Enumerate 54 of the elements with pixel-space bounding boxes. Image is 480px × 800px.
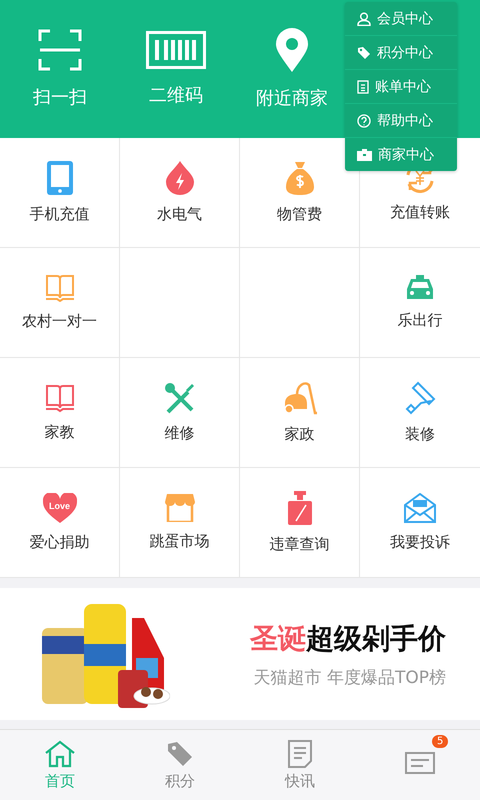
count-badge: 5 bbox=[432, 735, 448, 748]
tag-icon bbox=[357, 46, 371, 60]
tag-icon bbox=[166, 740, 194, 768]
service-label: 跳蛋市场 bbox=[150, 532, 210, 551]
banner-title: 圣诞超级剁手价 bbox=[250, 620, 446, 656]
service-tile[interactable]: Love 爱心捐助 bbox=[0, 468, 120, 578]
envelope-icon bbox=[404, 493, 436, 523]
service-label: 违章查询 bbox=[270, 535, 330, 554]
service-tile[interactable]: 跳蛋市场 bbox=[120, 468, 240, 578]
phone-icon bbox=[46, 161, 72, 195]
wrench-screwdriver-icon bbox=[164, 382, 196, 414]
heart-icon bbox=[42, 493, 76, 523]
service-tile[interactable]: 水电气 bbox=[120, 138, 240, 248]
service-label: 手机充值 bbox=[30, 205, 90, 224]
service-label: 乐出行 bbox=[398, 311, 442, 330]
barcode-icon bbox=[146, 31, 206, 69]
document-icon bbox=[288, 740, 312, 768]
taxi-icon bbox=[406, 275, 434, 301]
service-label: 家政 bbox=[284, 425, 314, 444]
service-tile[interactable]: 我要投诉 bbox=[360, 468, 480, 578]
service-label: 维修 bbox=[164, 424, 194, 443]
banner-subtitle: 天猫超市 年度爆品TOP榜 bbox=[254, 666, 446, 688]
location-pin-icon bbox=[275, 28, 309, 72]
drop-lightning-icon bbox=[164, 161, 194, 195]
service-label: 我要投诉 bbox=[390, 533, 450, 552]
officer-icon bbox=[288, 491, 312, 525]
service-tile[interactable]: 违章查询 bbox=[240, 468, 360, 578]
service-tile[interactable]: 家教 bbox=[0, 358, 120, 468]
home-icon bbox=[45, 740, 75, 768]
service-label: 爱心捐助 bbox=[30, 533, 90, 552]
book-icon bbox=[44, 383, 74, 413]
service-tile[interactable]: 装修 bbox=[360, 358, 480, 468]
service-tile[interactable]: 家政 bbox=[240, 358, 360, 468]
service-label: 装修 bbox=[405, 425, 435, 444]
service-tile[interactable]: 农村一对一 bbox=[0, 248, 120, 358]
vacuum-cleaner-icon bbox=[282, 381, 316, 415]
heart-label: Love bbox=[48, 501, 71, 511]
money-bag-icon bbox=[286, 161, 314, 195]
document-icon bbox=[357, 80, 369, 94]
service-label: 充值转账 bbox=[390, 203, 450, 222]
paint-roller-icon bbox=[404, 381, 436, 415]
person-icon bbox=[357, 12, 371, 26]
service-label: 家教 bbox=[44, 423, 74, 442]
briefcase-icon bbox=[357, 148, 372, 161]
shop-icon bbox=[164, 494, 194, 522]
help-icon bbox=[357, 114, 371, 128]
book-icon bbox=[44, 274, 74, 302]
service-label: 水电气 bbox=[157, 205, 202, 224]
service-tile[interactable]: 手机充值 bbox=[0, 138, 120, 248]
service-label: 物管费 bbox=[277, 205, 322, 224]
scan-icon bbox=[38, 29, 82, 71]
service-tile[interactable]: 乐出行 bbox=[360, 248, 480, 358]
service-label: 农村一对一 bbox=[22, 312, 97, 331]
service-tile[interactable]: 维修 bbox=[120, 358, 240, 468]
